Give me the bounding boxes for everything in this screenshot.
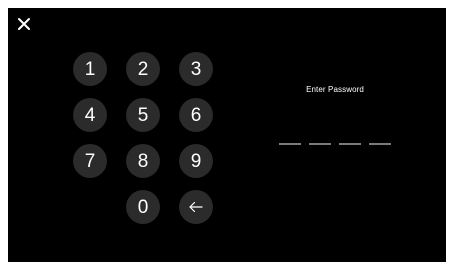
arrow-left-icon xyxy=(188,201,204,213)
pin-slot xyxy=(309,143,331,145)
backspace-button[interactable] xyxy=(179,190,213,224)
key-8[interactable]: 8 xyxy=(126,144,160,178)
key-0[interactable]: 0 xyxy=(126,190,160,224)
pin-slot xyxy=(279,143,301,145)
key-9[interactable]: 9 xyxy=(179,144,213,178)
key-1[interactable]: 1 xyxy=(73,52,107,86)
key-5[interactable]: 5 xyxy=(126,98,160,132)
close-button[interactable] xyxy=(16,16,32,32)
pin-slot xyxy=(339,143,361,145)
close-icon xyxy=(16,16,32,32)
key-6[interactable]: 6 xyxy=(179,98,213,132)
key-4[interactable]: 4 xyxy=(73,98,107,132)
pin-slot xyxy=(369,143,391,145)
key-3[interactable]: 3 xyxy=(179,52,213,86)
password-prompt: Enter Password xyxy=(306,85,364,94)
key-2[interactable]: 2 xyxy=(126,52,160,86)
pin-entry-indicator xyxy=(279,143,392,145)
key-7[interactable]: 7 xyxy=(73,144,107,178)
password-screen: 1 2 3 4 5 6 7 8 9 0 Enter Password xyxy=(8,8,446,262)
